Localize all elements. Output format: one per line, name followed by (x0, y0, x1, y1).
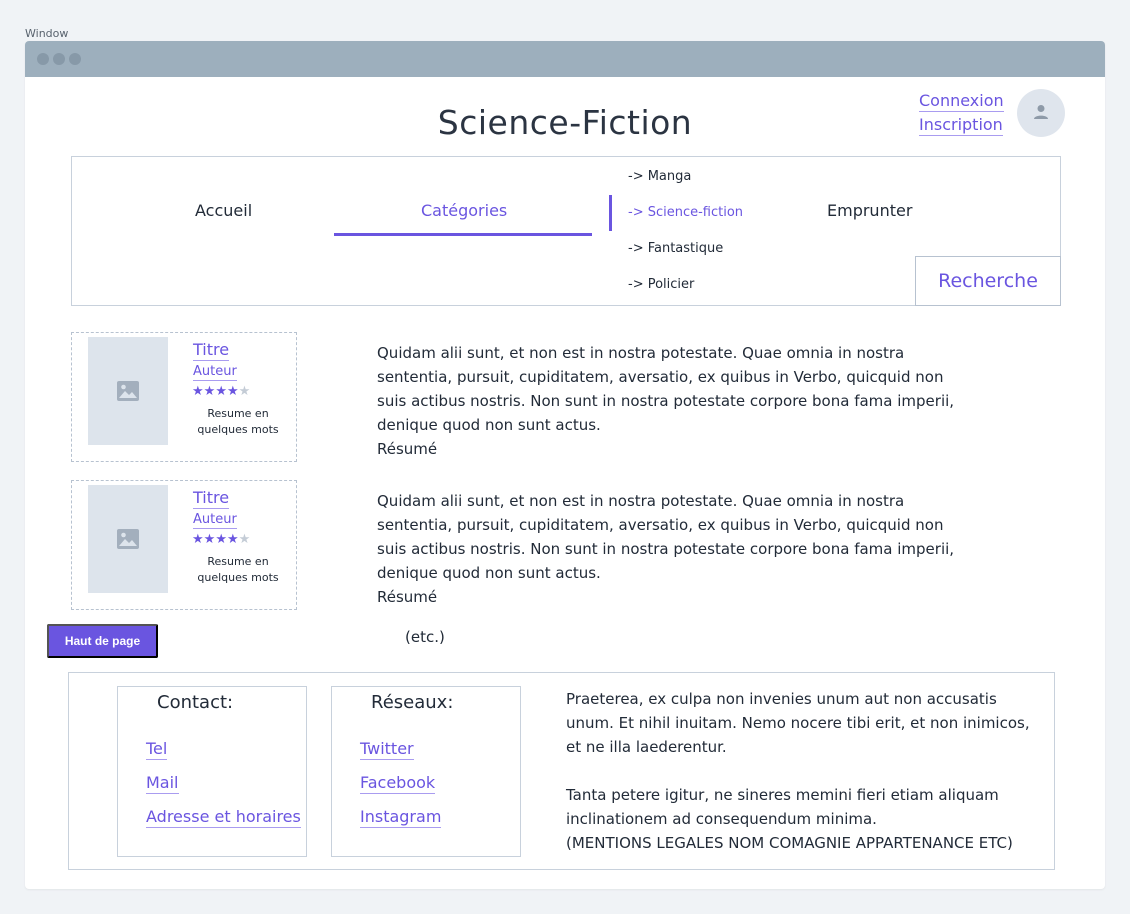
book-description-text: Quidam alii sunt, et non est in nostra p… (377, 492, 955, 582)
book-author-link[interactable]: Auteur (193, 364, 237, 381)
submenu-item-fantastique[interactable]: -> Fantastique (628, 241, 723, 256)
main-navigation (71, 156, 1061, 306)
window-minimize-dot[interactable] (53, 53, 65, 65)
star-icon: ★ (192, 384, 204, 399)
search-button[interactable]: Recherche (915, 256, 1061, 306)
book-title-link[interactable]: Titre (193, 340, 230, 361)
nav-active-indicator (334, 233, 592, 236)
window-close-dot[interactable] (37, 53, 49, 65)
window-label: Window (25, 27, 69, 40)
star-icon: ★ (238, 532, 251, 547)
submenu-active-indicator (609, 195, 612, 231)
book-short-summary: Resume en quelques mots (197, 555, 279, 584)
nav-home[interactable]: Accueil (195, 201, 252, 220)
more-items-placeholder: (etc.) (405, 628, 445, 646)
star-icon: ★ (203, 384, 216, 399)
contact-mail-link[interactable]: Mail (146, 773, 179, 794)
book-author-link[interactable]: Auteur (193, 512, 237, 529)
image-icon (117, 529, 139, 549)
star-rating: ★★★★★ (192, 385, 250, 399)
book-card[interactable]: Titre Auteur ★★★★★ Resume en quelques mo… (71, 480, 297, 610)
star-icon: ★ (226, 384, 239, 399)
legal-mentions: (MENTIONS LEGALES NOM COMAGNIE APPARTENA… (566, 834, 1013, 852)
facebook-link[interactable]: Facebook (360, 773, 436, 794)
nav-categories[interactable]: Catégories (421, 201, 507, 220)
login-link[interactable]: Connexion (919, 91, 1004, 112)
contact-address-link[interactable]: Adresse et horaires (146, 807, 301, 828)
book-short-summary: Resume en quelques mots (197, 407, 279, 436)
book-description-text: Quidam alii sunt, et non est in nostra p… (377, 344, 955, 434)
window-maximize-dot[interactable] (69, 53, 81, 65)
book-title-link[interactable]: Titre (193, 488, 230, 509)
image-icon (117, 381, 139, 401)
footer-text-paragraph: Praeterea, ex culpa non invenies unum au… (566, 690, 1030, 756)
submenu-item-policier[interactable]: -> Policier (628, 277, 694, 292)
star-icon: ★ (203, 532, 216, 547)
star-icon: ★ (215, 384, 227, 399)
nav-borrow[interactable]: Emprunter (827, 201, 912, 220)
register-link[interactable]: Inscription (919, 115, 1003, 136)
book-cover (88, 485, 168, 593)
star-icon: ★ (215, 532, 227, 547)
book-description-label: Résumé (377, 588, 438, 606)
book-description-label: Résumé (377, 440, 438, 458)
twitter-link[interactable]: Twitter (360, 739, 414, 760)
back-to-top-button[interactable]: Haut de page (47, 624, 158, 658)
star-icon: ★ (192, 532, 204, 547)
footer-text-paragraph: Tanta petere igitur, ne sineres memini f… (566, 786, 999, 828)
book-cover (88, 337, 168, 445)
submenu-item-manga[interactable]: -> Manga (628, 169, 691, 184)
avatar[interactable] (1017, 89, 1065, 137)
submenu-item-science-fiction[interactable]: -> Science-fiction (628, 205, 743, 220)
star-rating: ★★★★★ (192, 533, 250, 547)
book-card[interactable]: Titre Auteur ★★★★★ Resume en quelques mo… (71, 332, 297, 462)
book-description: Quidam alii sunt, et non est in nostra p… (377, 489, 957, 609)
window-titlebar (25, 41, 1105, 77)
book-description: Quidam alii sunt, et non est in nostra p… (377, 341, 957, 461)
contact-tel-link[interactable]: Tel (146, 739, 168, 760)
instagram-link[interactable]: Instagram (360, 807, 442, 828)
footer-networks-title: Réseaux: (371, 692, 454, 713)
star-icon: ★ (226, 532, 239, 547)
user-icon (1034, 105, 1048, 119)
star-icon: ★ (238, 384, 251, 399)
footer-contact-title: Contact: (157, 692, 234, 713)
